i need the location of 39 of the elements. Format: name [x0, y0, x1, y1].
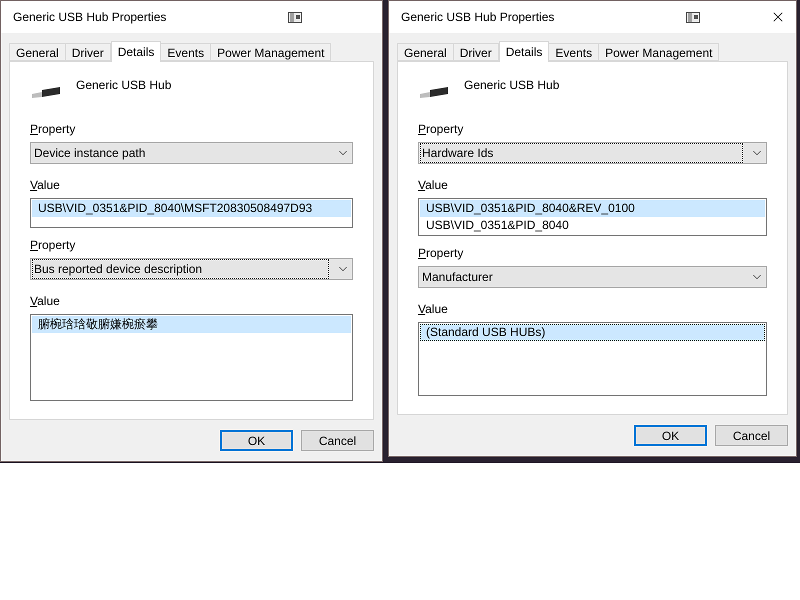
property-dropdown[interactable]: Device instance path — [30, 142, 353, 164]
usb-plug-icon — [30, 84, 62, 100]
value-label: Value — [418, 301, 449, 318]
tab[interactable]: Power Management — [599, 43, 720, 61]
device-name: Generic USB Hub — [76, 77, 172, 94]
tab[interactable]: Driver — [66, 43, 111, 61]
window-title: Generic USB Hub Properties — [13, 9, 168, 26]
property-dropdown[interactable]: Manufacturer — [418, 266, 767, 288]
tab[interactable]: General — [397, 43, 454, 61]
window-title: Generic USB Hub Properties — [401, 9, 556, 26]
tab[interactable]: Events — [549, 43, 600, 61]
tab[interactable]: Driver — [454, 43, 499, 61]
property-dropdown[interactable]: Bus reported device description — [30, 258, 353, 280]
property-label: Property — [30, 237, 76, 254]
window-icon — [686, 12, 700, 22]
value-item[interactable]: USB\VID_0351&PID_8040 — [420, 217, 765, 234]
tab[interactable]: Details — [498, 41, 550, 62]
dialog-button[interactable]: OK — [220, 430, 293, 451]
tab[interactable]: General — [9, 43, 66, 61]
dialog-button[interactable]: Cancel — [715, 425, 788, 446]
property-label: Property — [418, 121, 464, 138]
usb-plug-icon — [418, 84, 450, 100]
window-icon — [288, 12, 302, 22]
value-label: Value — [30, 293, 61, 310]
value-item[interactable]: USB\VID_0351&PID_8040&REV_0100 — [420, 200, 765, 217]
tab[interactable]: Events — [161, 43, 212, 61]
device-name: Generic USB Hub — [464, 77, 560, 94]
value-label: Value — [30, 177, 61, 194]
tab[interactable]: Details — [110, 41, 162, 62]
property-dropdown[interactable]: Hardware Ids — [418, 142, 767, 164]
value-item[interactable]: USB\VID_0351&PID_8040\MSFT20830508497D93 — [32, 200, 351, 217]
value-item[interactable]: 腑椀琀琀敬腑嫌椀瘀攀 — [32, 316, 351, 333]
property-label: Property — [30, 121, 76, 138]
dialog-button[interactable]: Cancel — [301, 430, 374, 451]
property-label: Property — [418, 245, 464, 262]
value-item[interactable]: (Standard USB HUBs) — [420, 324, 765, 341]
tab[interactable]: Power Management — [211, 43, 332, 61]
value-label: Value — [418, 177, 449, 194]
dialog-button[interactable]: OK — [634, 425, 707, 446]
